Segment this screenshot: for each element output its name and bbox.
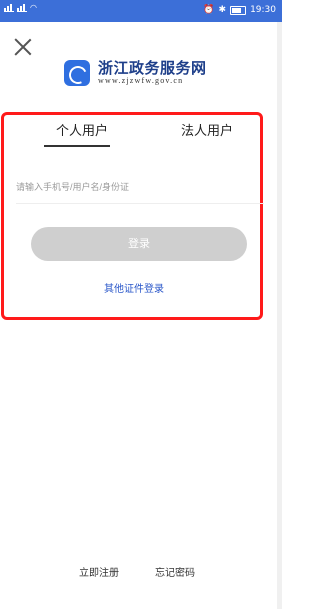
tab-selected-indicator <box>44 145 110 147</box>
other-certificate-login-link[interactable]: 其他证件登录 <box>104 280 164 295</box>
alarm-icon: ⏰ <box>203 5 215 15</box>
close-icon[interactable] <box>14 38 32 56</box>
register-link[interactable]: 立即注册 <box>79 564 119 579</box>
status-time: 19:30 <box>250 5 276 15</box>
login-button[interactable]: 登录 <box>31 227 247 261</box>
user-type-tabs: 个人用户 法人用户 <box>0 120 282 152</box>
scrollbar[interactable] <box>277 22 282 609</box>
tab-legal-user[interactable]: 法人用户 <box>175 120 239 150</box>
input-divider <box>16 203 264 204</box>
brand-header: 浙江政务服务网 www.zjzwfw.gov.cn <box>64 58 207 88</box>
footer-links: 立即注册 忘记密码 <box>0 564 282 580</box>
account-input[interactable] <box>16 172 262 202</box>
signal-icon <box>4 3 14 12</box>
brand-text: 浙江政务服务网 www.zjzwfw.gov.cn <box>98 60 207 86</box>
battery-icon <box>230 5 247 15</box>
wifi-icon: ◠ <box>30 2 37 12</box>
forgot-password-link[interactable]: 忘记密码 <box>155 564 195 579</box>
zjzwfw-logo-icon <box>64 60 90 86</box>
status-left: ◠ <box>4 3 37 12</box>
brand-url: www.zjzwfw.gov.cn <box>98 76 184 85</box>
status-right: ⏰ ✱ 19:30 <box>203 5 276 15</box>
signal-icon-2 <box>17 3 27 12</box>
brand-title: 浙江政务服务网 <box>98 59 207 77</box>
bluetooth-icon: ✱ <box>218 5 227 15</box>
status-bar: ◠ ⏰ ✱ 19:30 <box>0 0 282 22</box>
